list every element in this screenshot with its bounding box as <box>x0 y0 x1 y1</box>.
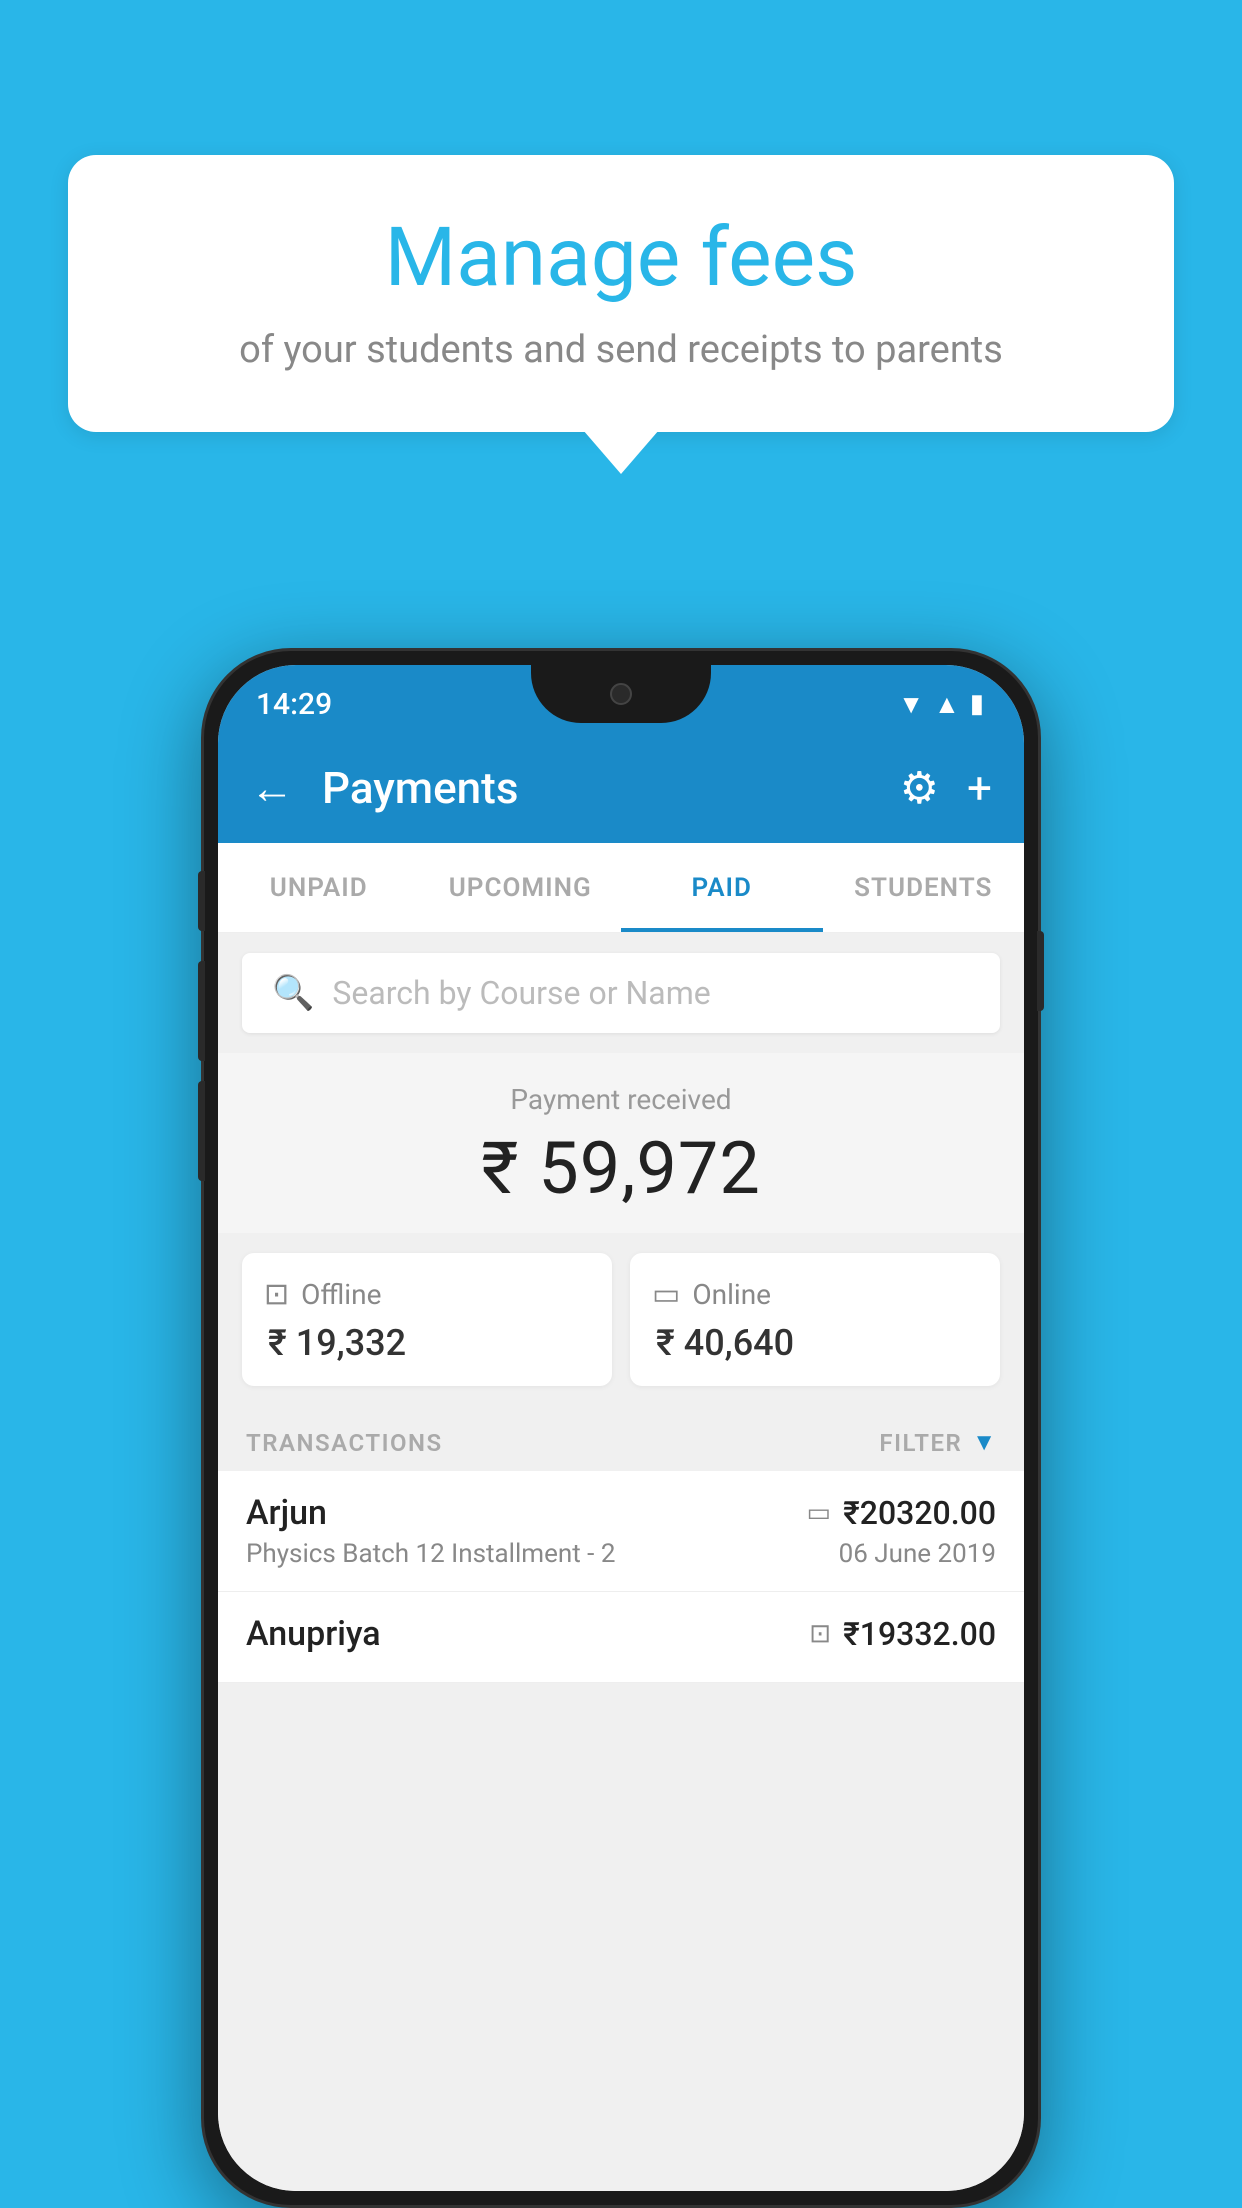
payment-cards: ⊡ Offline ₹ 19,332 ▭ Online ₹ 40, <box>218 1233 1024 1410</box>
power-button <box>1037 931 1044 1011</box>
app-title: Payments <box>322 762 872 814</box>
course-info-arjun: Physics Batch 12 Installment - 2 <box>246 1539 615 1569</box>
search-bar[interactable]: 🔍 Search by Course or Name <box>242 953 1000 1033</box>
search-placeholder: Search by Course or Name <box>332 974 710 1012</box>
tabs-bar: UNPAID UPCOMING PAID STUDENTS <box>218 843 1024 933</box>
bubble-subtitle: of your students and send receipts to pa… <box>128 328 1114 372</box>
transaction-row2-arjun: Physics Batch 12 Installment - 2 06 June… <box>246 1539 996 1569</box>
amount-wrap-anupriya: ⊡ ₹19332.00 <box>809 1615 996 1653</box>
offline-card: ⊡ Offline ₹ 19,332 <box>242 1253 612 1386</box>
tab-unpaid[interactable]: UNPAID <box>218 843 420 932</box>
offline-card-header: ⊡ Offline <box>264 1277 590 1312</box>
offline-label: Offline <box>301 1278 381 1311</box>
amount-wrap-arjun: ▭ ₹20320.00 <box>807 1494 996 1532</box>
filter-icon: ▼ <box>972 1428 996 1457</box>
volume-up-button <box>198 961 205 1061</box>
transaction-date-arjun: 06 June 2019 <box>839 1539 996 1569</box>
transaction-row1-arjun: Arjun ▭ ₹20320.00 <box>246 1493 996 1533</box>
tab-paid[interactable]: PAID <box>621 843 823 932</box>
payment-received-amount: ₹ 59,972 <box>218 1126 1024 1211</box>
transaction-amount-anupriya: ₹19332.00 <box>843 1615 996 1653</box>
volume-down-button <box>198 1081 205 1181</box>
offline-icon: ⊡ <box>264 1277 289 1312</box>
student-name-anupriya: Anupriya <box>246 1614 381 1654</box>
payment-received-label: Payment received <box>218 1083 1024 1116</box>
camera <box>610 683 632 705</box>
phone-mockup: 14:29 ▼ ▲ ▮ ← Payments ⚙ + <box>201 648 1041 2208</box>
payment-received-section: Payment received ₹ 59,972 <box>218 1053 1024 1233</box>
online-amount: ₹ 40,640 <box>652 1322 978 1364</box>
wifi-icon: ▼ <box>898 689 924 720</box>
card-payment-icon: ▭ <box>807 1498 832 1528</box>
online-card: ▭ Online ₹ 40,640 <box>630 1253 1000 1386</box>
content-area: 🔍 Search by Course or Name Payment recei… <box>218 933 1024 2191</box>
tab-upcoming[interactable]: UPCOMING <box>420 843 622 932</box>
bubble-title: Manage fees <box>128 210 1114 306</box>
filter-button[interactable]: FILTER ▼ <box>879 1428 996 1457</box>
mute-button <box>198 871 205 931</box>
tab-students[interactable]: STUDENTS <box>823 843 1025 932</box>
filter-label: FILTER <box>879 1429 962 1457</box>
battery-icon: ▮ <box>970 689 984 719</box>
add-icon[interactable]: + <box>967 762 992 814</box>
settings-icon[interactable]: ⚙ <box>900 762 939 814</box>
offline-amount: ₹ 19,332 <box>264 1322 590 1364</box>
student-name-arjun: Arjun <box>246 1493 327 1533</box>
speech-bubble: Manage fees of your students and send re… <box>68 155 1174 432</box>
transaction-item-anupriya[interactable]: Anupriya ⊡ ₹19332.00 <box>218 1592 1024 1683</box>
search-icon: 🔍 <box>272 973 314 1013</box>
online-label: Online <box>692 1278 771 1311</box>
background: Manage fees of your students and send re… <box>0 0 1242 2208</box>
transactions-label: TRANSACTIONS <box>246 1429 443 1457</box>
cash-payment-icon: ⊡ <box>809 1619 831 1649</box>
app-bar-actions: ⚙ + <box>900 762 992 814</box>
transactions-header: TRANSACTIONS FILTER ▼ <box>218 1410 1024 1471</box>
online-card-header: ▭ Online <box>652 1277 978 1312</box>
notch <box>531 665 711 723</box>
status-icons: ▼ ▲ ▮ <box>898 689 984 720</box>
transaction-row1-anupriya: Anupriya ⊡ ₹19332.00 <box>246 1614 996 1654</box>
status-time: 14:29 <box>256 687 332 722</box>
app-bar: ← Payments ⚙ + <box>218 733 1024 843</box>
transaction-amount-arjun: ₹20320.00 <box>843 1494 996 1532</box>
phone-screen-area: 14:29 ▼ ▲ ▮ ← Payments ⚙ + <box>218 665 1024 2191</box>
signal-icon: ▲ <box>934 689 960 720</box>
phone-outer: 14:29 ▼ ▲ ▮ ← Payments ⚙ + <box>201 648 1041 2208</box>
phone-screen: 14:29 ▼ ▲ ▮ ← Payments ⚙ + <box>218 665 1024 2191</box>
back-button[interactable]: ← <box>250 762 294 814</box>
transaction-item-arjun[interactable]: Arjun ▭ ₹20320.00 Physics Batch 12 Insta… <box>218 1471 1024 1592</box>
online-icon: ▭ <box>652 1277 680 1312</box>
